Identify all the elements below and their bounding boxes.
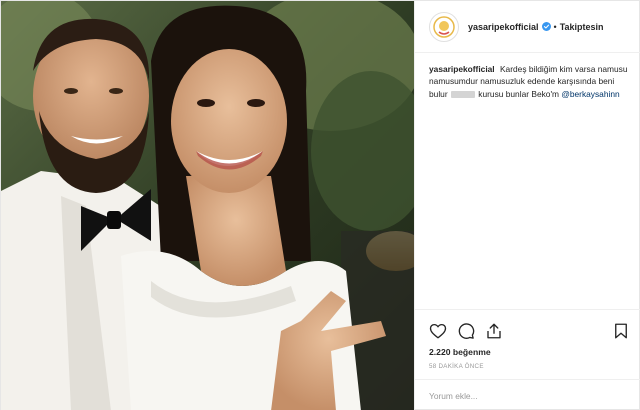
header-separator: • [553,21,557,32]
instagram-post: yasaripekofficial • Takiptesin yasaripek… [0,0,640,410]
comment-input[interactable] [429,390,619,401]
post-timestamp[interactable]: 58 DAKİKA ÖNCE [429,363,484,370]
post-photo-image [1,1,414,410]
save-button[interactable] [612,322,630,340]
caption-mention-link[interactable]: @berkaysahinn [561,89,619,99]
verified-badge-icon [541,22,551,31]
heart-icon [429,323,447,339]
avatar-logo-icon [431,13,457,40]
header-username[interactable]: yasaripekofficial [468,22,539,32]
share-icon [487,323,501,339]
avatar[interactable] [429,11,459,42]
post-header: yasaripekofficial • Takiptesin [415,1,640,53]
post-side-panel: yasaripekofficial • Takiptesin yasaripek… [414,1,640,410]
share-button[interactable] [485,322,503,340]
bookmark-icon [615,323,627,339]
caption-text-part2: kurusu bunlar Beko'm [478,88,560,99]
likes-count[interactable]: 2.220 beğenme [429,347,491,357]
caption-username[interactable]: yasaripekofficial [429,64,495,74]
following-button[interactable]: Takiptesin [560,22,604,32]
like-button[interactable] [429,322,447,340]
comment-icon [458,323,475,339]
post-caption: yasaripekofficial Kardeş bildiğim kim va… [429,63,629,100]
comment-section [415,379,640,410]
caption-censor-block [450,90,475,98]
comment-button[interactable] [457,322,475,340]
post-photo[interactable] [1,1,414,410]
